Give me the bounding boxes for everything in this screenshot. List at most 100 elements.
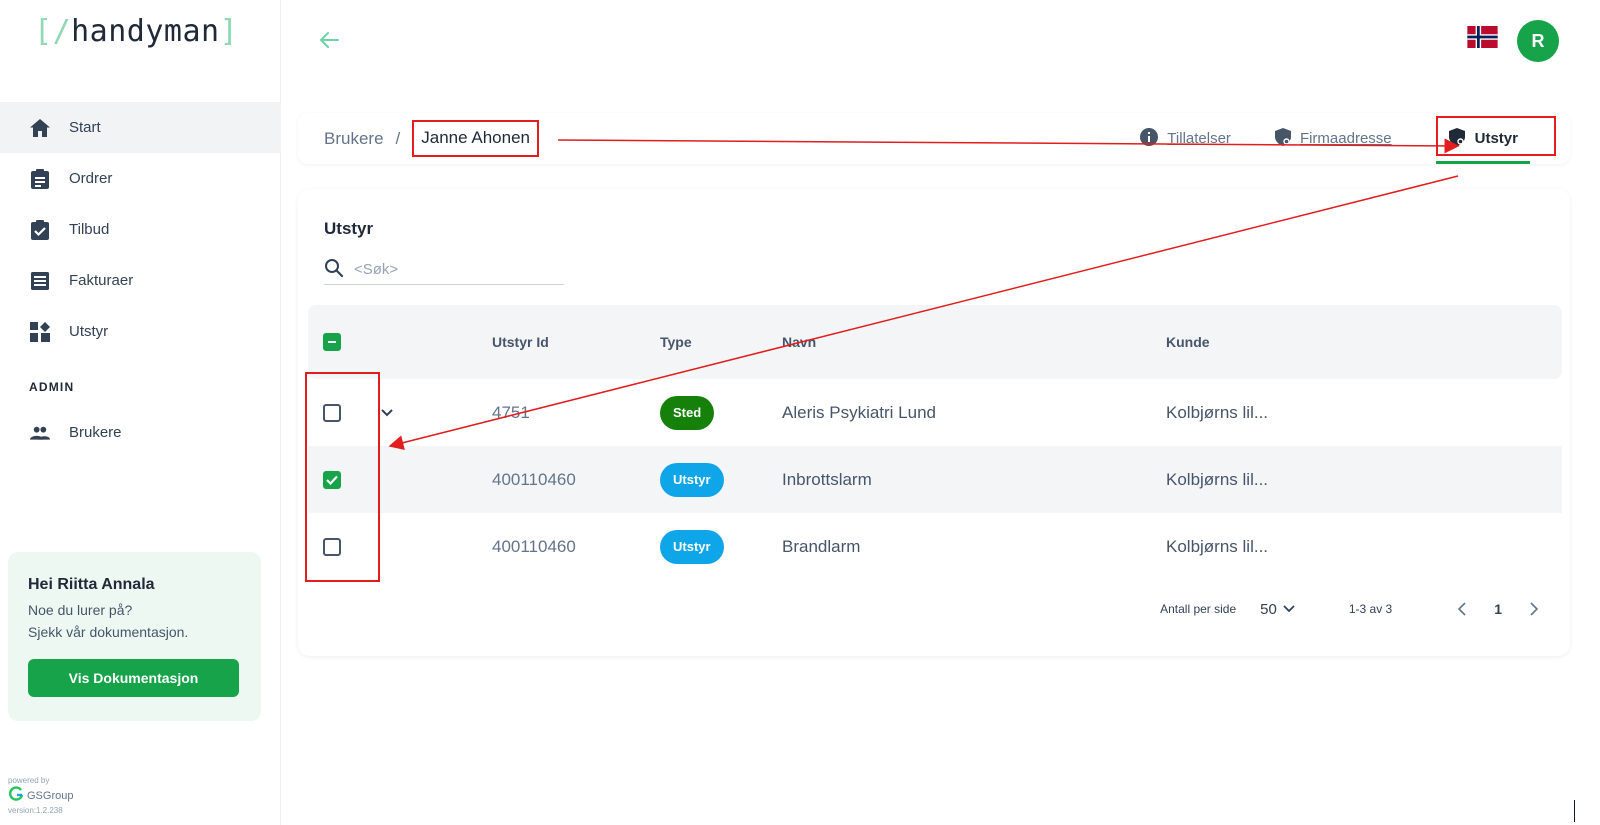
arrow-left-icon bbox=[319, 32, 339, 48]
logo-bracket-close: ] bbox=[219, 14, 239, 49]
breadcrumb-current: Janne Ahonen bbox=[412, 120, 539, 157]
column-header-type[interactable]: Type bbox=[660, 305, 692, 379]
row-checkbox-cell bbox=[323, 446, 341, 513]
select-all-cell bbox=[323, 305, 341, 379]
row-checkbox-cell bbox=[323, 379, 341, 446]
brand-name: GSGroup bbox=[27, 789, 74, 802]
search-box bbox=[324, 255, 564, 285]
sidebar-item-fakturaer[interactable]: Fakturaer bbox=[0, 255, 281, 306]
sidebar-item-label: Start bbox=[69, 119, 101, 136]
home-icon bbox=[30, 118, 50, 138]
card-title: Utstyr bbox=[324, 219, 374, 238]
people-icon bbox=[30, 423, 50, 443]
cell-id: 4751 bbox=[492, 402, 530, 422]
table-header: Utstyr Id Type Navn Kunde bbox=[308, 305, 1562, 379]
shield-icon bbox=[1274, 127, 1291, 150]
select-all-checkbox[interactable] bbox=[323, 333, 341, 351]
sidebar-nav: Start Ordrer Tilbud Fakturaer Utstyr ADM… bbox=[0, 102, 281, 458]
sidebar-item-label: Ordrer bbox=[69, 170, 113, 187]
tab-utstyr[interactable]: Utstyr bbox=[1435, 113, 1570, 164]
pagination: Antall per side 50 1-3 av 3 1 bbox=[1160, 594, 1544, 624]
chevron-right-icon bbox=[1530, 602, 1538, 616]
logo-text: handyman bbox=[71, 14, 220, 49]
chevron-down-icon bbox=[1283, 605, 1295, 613]
table-row[interactable]: 400110460 Utstyr Brandlarm Kolbjørns lil… bbox=[308, 513, 1562, 580]
powered-by: powered by GSGroup version:1.2.238 bbox=[8, 776, 73, 815]
type-badge: Sted bbox=[660, 395, 715, 430]
per-page-value: 50 bbox=[1260, 600, 1277, 618]
logo-slash: / bbox=[52, 14, 72, 49]
tab-label: Tillatelser bbox=[1167, 130, 1231, 147]
sidebar: [/handyman] Start Ordrer Tilbud Fakturae… bbox=[0, 0, 281, 825]
cell-name: Inbrottslarm bbox=[782, 469, 872, 489]
help-line-2: Sjekk vår dokumentasjon. bbox=[28, 624, 189, 640]
widgets-icon bbox=[30, 321, 50, 342]
column-header-id[interactable]: Utstyr Id bbox=[492, 305, 549, 379]
gsgroup-logo-icon bbox=[8, 786, 24, 805]
sidebar-item-tilbud[interactable]: Tilbud bbox=[0, 204, 281, 255]
search-icon bbox=[324, 258, 344, 282]
powered-by-label: powered by bbox=[8, 776, 50, 785]
help-line-1: Noe du lurer på? bbox=[28, 602, 133, 618]
back-button[interactable] bbox=[316, 27, 342, 53]
help-title: Hei Riitta Annala bbox=[28, 576, 155, 593]
type-badge: Utstyr bbox=[660, 462, 724, 497]
sidebar-item-ordrer[interactable]: Ordrer bbox=[0, 153, 281, 204]
cell-type: Utstyr bbox=[660, 446, 724, 513]
next-page-button[interactable] bbox=[1524, 599, 1544, 619]
cell-type: Utstyr bbox=[660, 513, 724, 580]
cell-customer: Kolbjørns lil... bbox=[1166, 536, 1269, 556]
cell-customer: Kolbjørns lil... bbox=[1166, 402, 1269, 422]
avatar[interactable]: R bbox=[1517, 20, 1559, 62]
annotation-highlight-tab bbox=[1435, 116, 1556, 156]
row-checkbox[interactable] bbox=[323, 403, 341, 422]
per-page-select[interactable]: 50 bbox=[1260, 601, 1295, 618]
logo-bracket-open: [ bbox=[34, 14, 53, 49]
previous-page-button[interactable] bbox=[1452, 599, 1472, 619]
documentation-button[interactable]: Vis Dokumentasjon bbox=[28, 659, 239, 697]
chevron-left-icon bbox=[1458, 602, 1466, 616]
info-icon bbox=[1140, 127, 1159, 150]
sidebar-item-brukere[interactable]: Brukere bbox=[0, 407, 281, 458]
equipment-table: Utstyr Id Type Navn Kunde 4751 Sted Aler… bbox=[308, 305, 1562, 580]
table-row[interactable]: 400110460 Utstyr Inbrottslarm Kolbjørns … bbox=[308, 446, 1562, 513]
sidebar-item-label: Tilbud bbox=[69, 221, 110, 238]
minus-icon bbox=[328, 341, 336, 343]
page-number[interactable]: 1 bbox=[1494, 601, 1502, 617]
version-label: version:1.2.238 bbox=[8, 806, 63, 815]
tab-tillatelser[interactable]: Tillatelser bbox=[1140, 113, 1231, 164]
sidebar-item-start[interactable]: Start bbox=[0, 102, 281, 153]
section-admin: ADMIN bbox=[29, 380, 75, 394]
help-card: Hei Riitta Annala Noe du lurer på? Sjekk… bbox=[8, 552, 261, 721]
expand-toggle[interactable] bbox=[380, 379, 394, 446]
table-row[interactable]: 4751 Sted Aleris Psykiatri Lund Kolbjørn… bbox=[308, 379, 1562, 446]
app-logo[interactable]: [/handyman] bbox=[34, 14, 238, 49]
sidebar-item-label: Brukere bbox=[69, 424, 122, 441]
tab-label: Firmaadresse bbox=[1299, 130, 1392, 147]
search-input[interactable] bbox=[354, 261, 544, 278]
clipboard-check-icon bbox=[30, 219, 50, 240]
tab-bar: Tillatelser Firmaadresse Utstyr bbox=[1140, 113, 1570, 164]
per-page-label: Antall per side bbox=[1160, 602, 1237, 616]
breadcrumb-separator: / bbox=[395, 128, 401, 148]
invoice-icon bbox=[30, 271, 50, 291]
norway-flag-icon[interactable] bbox=[1467, 26, 1498, 48]
row-checkbox-cell bbox=[323, 513, 341, 580]
equipment-card: Utstyr Utstyr Id Type Navn Kunde bbox=[298, 189, 1570, 656]
row-checkbox[interactable] bbox=[323, 470, 341, 489]
sidebar-item-utstyr[interactable]: Utstyr bbox=[0, 306, 281, 357]
header-card: Brukere / Janne Ahonen Tillatelser Firma… bbox=[298, 113, 1570, 164]
chevron-down-icon bbox=[381, 408, 393, 416]
breadcrumb: Brukere / Janne Ahonen bbox=[324, 113, 539, 164]
column-header-name[interactable]: Navn bbox=[782, 305, 816, 379]
sidebar-item-label: Utstyr bbox=[69, 323, 109, 340]
cell-name: Brandlarm bbox=[782, 536, 861, 556]
cell-id: 400110460 bbox=[492, 469, 576, 489]
powered-by-brand[interactable]: GSGroup bbox=[8, 786, 73, 805]
page-range: 1-3 av 3 bbox=[1348, 602, 1393, 616]
tab-firmaadresse[interactable]: Firmaadresse bbox=[1274, 113, 1392, 164]
row-checkbox[interactable] bbox=[323, 537, 341, 556]
breadcrumb-parent[interactable]: Brukere bbox=[324, 129, 384, 149]
cell-id: 400110460 bbox=[492, 536, 576, 556]
column-header-customer[interactable]: Kunde bbox=[1166, 305, 1210, 379]
